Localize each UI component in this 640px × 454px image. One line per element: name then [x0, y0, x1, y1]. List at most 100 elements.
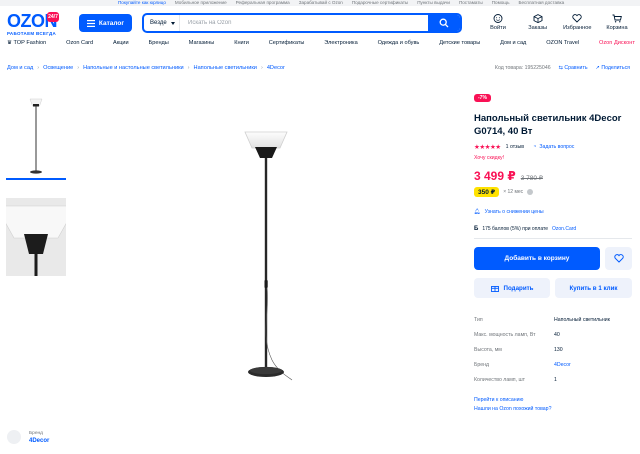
- compare-label: Сравнить: [564, 65, 588, 71]
- heart-icon: [572, 14, 582, 23]
- info-icon[interactable]: [527, 189, 534, 195]
- cart-label: Корзина: [606, 25, 628, 31]
- search-scope-label: Везде: [150, 20, 167, 26]
- orders-button[interactable]: Заказы: [520, 14, 556, 36]
- nav-travel[interactable]: OZON Travel: [546, 38, 579, 48]
- nav-ozon-card[interactable]: Ozon Card: [66, 38, 93, 48]
- rating-row: ★★★★★ 1 отзыв ◔ Задать вопрос: [474, 143, 632, 151]
- brand-caption: Бренд: [29, 430, 43, 436]
- nav-discount[interactable]: Ozon Дисконт: [599, 38, 635, 48]
- add-to-cart-button[interactable]: Добавить в корзину: [474, 247, 600, 270]
- installment-term: × 12 мес: [503, 189, 524, 195]
- breadcrumb-item[interactable]: Напольные светильники: [194, 65, 257, 71]
- specs-table: Тип Напольный светильник Макс. мощность …: [474, 312, 632, 387]
- login-button[interactable]: Войти: [480, 14, 516, 36]
- topbar-link-business[interactable]: Покупайте как юрлицо: [118, 0, 166, 6]
- breadcrumb: Дом и сад › Освещение › Напольные и наст…: [7, 65, 285, 71]
- go-to-description-link[interactable]: Перейти к описанию: [474, 397, 632, 403]
- topbar-link-certificates[interactable]: Подарочные сертификаты: [352, 0, 408, 6]
- price-drop-label: Узнать о снижении цены: [484, 209, 544, 215]
- lamp-closeup-image: [6, 198, 66, 276]
- topbar-link-referral[interactable]: Реферальная программа: [236, 0, 290, 6]
- compare-button[interactable]: ⇆ Сравнить: [559, 65, 588, 71]
- thumbnail-1[interactable]: [6, 92, 66, 180]
- topbar-link-postamats[interactable]: Постаматы: [459, 0, 483, 6]
- floor-lamp-product-image: [244, 131, 293, 381]
- ask-question-link[interactable]: Задать вопрос: [539, 144, 574, 150]
- search-scope-select[interactable]: Везде: [144, 15, 180, 31]
- nav-shops[interactable]: Магазины: [189, 38, 215, 48]
- nav-books[interactable]: Книги: [234, 38, 249, 48]
- spec-value: 130: [554, 346, 563, 353]
- category-nav: ♛ TOP Fashion Ozon Card Акции Бренды Маг…: [7, 38, 635, 48]
- catalog-button[interactable]: Каталог: [79, 14, 132, 32]
- gift-button[interactable]: Подарить: [474, 278, 550, 298]
- spec-value: Напольный светильник: [554, 316, 610, 323]
- question-icon: ◔: [532, 144, 537, 150]
- topbar-link-app[interactable]: Мобильное приложение: [175, 0, 227, 6]
- add-to-favorites-button[interactable]: [605, 247, 632, 270]
- menu-icon: [86, 19, 95, 27]
- brand-name-link[interactable]: 4Decor: [29, 438, 49, 444]
- nav-certificates[interactable]: Сертификаты: [269, 38, 305, 48]
- discount-badge: -7%: [474, 94, 491, 102]
- search-bar: Везде: [142, 13, 462, 33]
- spec-value-brand-link[interactable]: 4Decor: [554, 362, 571, 368]
- login-label: Войти: [490, 25, 506, 31]
- logo-tagline: РАБОТАЕМ ВСЕГДА: [7, 31, 57, 36]
- price-row: 3 499 ₽ 3 780 ₽: [474, 169, 632, 183]
- favorites-button[interactable]: Избранное: [559, 14, 595, 36]
- search-icon: [439, 18, 449, 28]
- found-similar-link[interactable]: Нашли на Ozon похожий товар?: [474, 406, 632, 412]
- bonus-points-icon: Б: [474, 226, 479, 232]
- brand-avatar: [7, 430, 21, 444]
- spec-row: Макс. мощность ламп, Вт 40: [474, 327, 632, 342]
- product-info-panel: -7% Напольный светильник 4Decor G0714, 4…: [474, 86, 632, 412]
- nav-clothing[interactable]: Одежда и обувь: [378, 38, 420, 48]
- divider: [474, 238, 632, 239]
- orders-label: Заказы: [528, 25, 547, 31]
- nav-home-garden[interactable]: Дом и сад: [500, 38, 526, 48]
- nav-electronics[interactable]: Электроника: [324, 38, 357, 48]
- spec-row: Бренд 4Decor: [474, 357, 632, 372]
- bonus-row: Б 175 баллов (5%) при оплате Ozon.Card: [474, 226, 632, 238]
- ozon-logo[interactable]: OZON 24/7 РАБОТАЕМ ВСЕГДА: [7, 12, 67, 36]
- brand-box[interactable]: Бренд 4Decor: [7, 430, 49, 444]
- spec-value: 40: [554, 331, 560, 338]
- nav-brands[interactable]: Бренды: [149, 38, 169, 48]
- nav-kids[interactable]: Детские товары: [439, 38, 480, 48]
- want-discount-link[interactable]: Хочу скидку!: [474, 155, 632, 161]
- price-drop-notify[interactable]: 🔔︎ Узнать о снижении цены: [474, 209, 632, 215]
- installment-price[interactable]: 350 ₽: [474, 187, 500, 197]
- breadcrumb-item[interactable]: Освещение: [43, 65, 73, 71]
- ozon-card-link[interactable]: Ozon.Card: [552, 226, 576, 232]
- cart-button[interactable]: Корзина: [599, 14, 635, 36]
- bonus-text: 175 баллов (5%) при оплате: [482, 226, 548, 232]
- nav-promotions[interactable]: Акции: [113, 38, 129, 48]
- nav-top-fashion[interactable]: ♛ TOP Fashion: [7, 38, 46, 48]
- share-button[interactable]: ↗ Поделиться: [596, 65, 630, 71]
- spec-key: Тип: [474, 316, 483, 323]
- breadcrumb-item[interactable]: Дом и сад: [7, 65, 33, 71]
- thumbnail-2[interactable]: [6, 198, 66, 276]
- topbar-link-pickup[interactable]: Пункты выдачи: [417, 0, 450, 6]
- reviews-link[interactable]: 1 отзыв: [506, 144, 524, 150]
- topbar-link-earn[interactable]: Зарабатывай с Ozon: [299, 0, 343, 6]
- thumbnail-gallery: [6, 92, 66, 276]
- nav-top-fashion-label: TOP Fashion: [13, 40, 47, 46]
- chevron-right-icon: ›: [260, 65, 263, 71]
- topbar-link-help[interactable]: Помощь: [492, 0, 510, 6]
- spec-row: Тип Напольный светильник: [474, 312, 632, 327]
- lamp-thumbnail-image: [29, 98, 43, 174]
- buy-one-click-button[interactable]: Купить в 1 клик: [555, 278, 632, 298]
- search-button[interactable]: [428, 15, 460, 31]
- spec-row: Количество ламп, шт 1: [474, 372, 632, 387]
- breadcrumb-item[interactable]: Напольные и настольные светильники: [83, 65, 184, 71]
- chevron-down-icon: [170, 21, 175, 25]
- topbar-link-free-delivery[interactable]: Бесплатная доставка: [518, 0, 564, 6]
- heart-icon: [613, 254, 624, 263]
- breadcrumb-item[interactable]: 4Decor: [267, 65, 285, 71]
- star-rating-icon[interactable]: ★★★★★: [474, 143, 501, 151]
- search-input[interactable]: [180, 15, 428, 31]
- bell-icon: 🔔︎: [474, 209, 481, 215]
